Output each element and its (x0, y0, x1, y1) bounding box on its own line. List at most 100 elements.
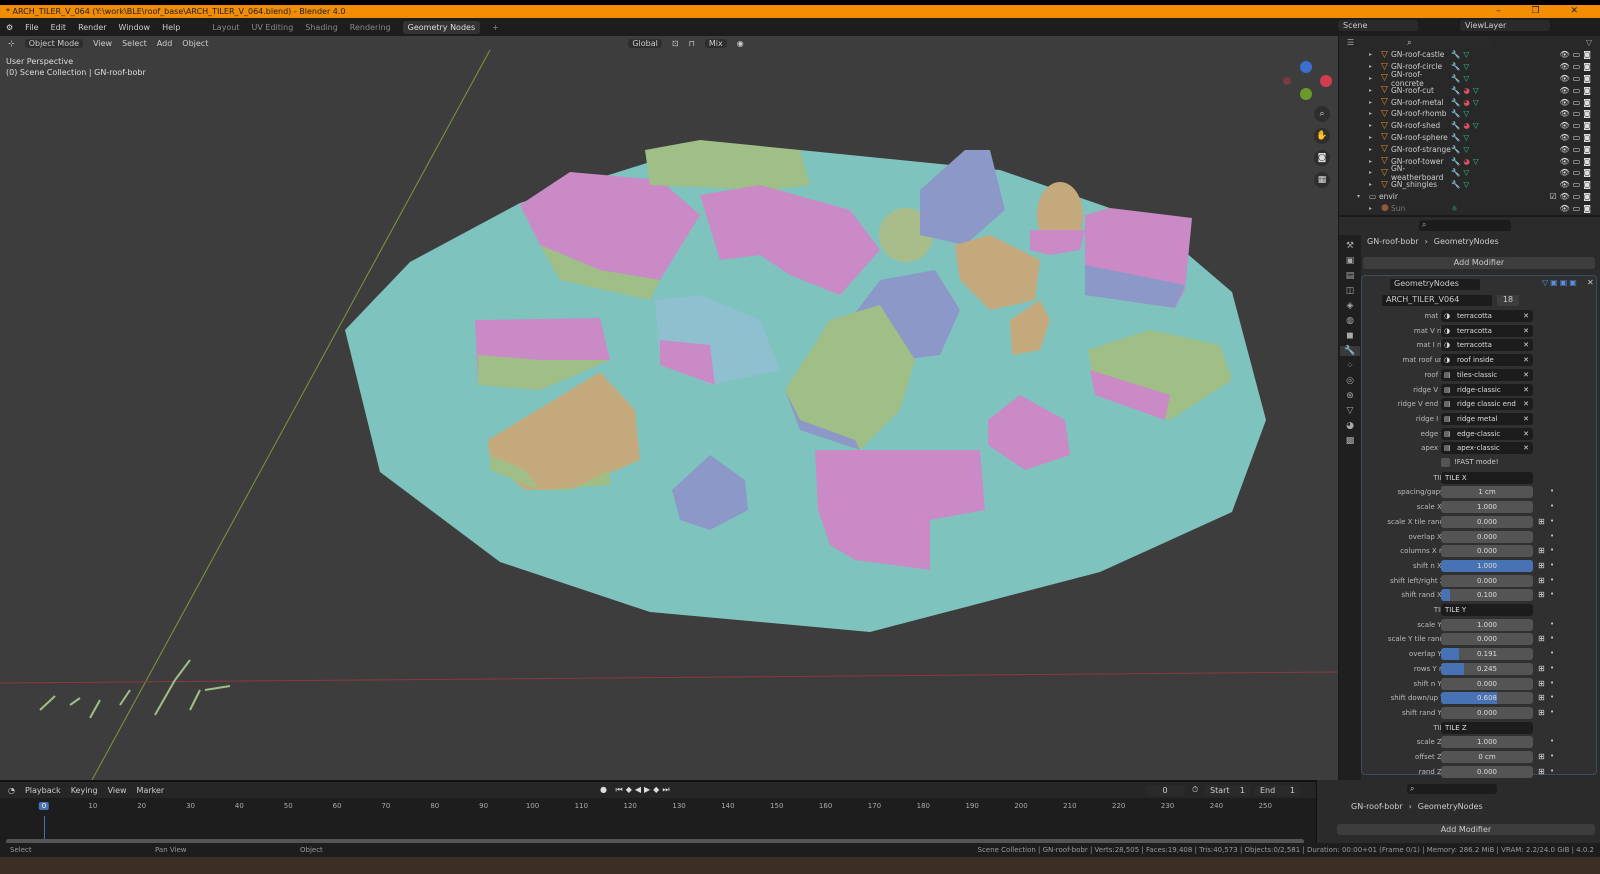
mesh-data-icon[interactable]: ▽ (1473, 121, 1479, 130)
attribute-toggle-icon[interactable]: ⊞ (1538, 752, 1545, 761)
expand-icon[interactable]: ▸ (1369, 169, 1381, 176)
tab-layout[interactable]: Layout (212, 23, 239, 32)
modifier-icon[interactable]: 🔧 (1451, 98, 1460, 107)
material-field[interactable]: ◑ terracotta ✕ (1441, 324, 1533, 337)
modifier-icon[interactable]: 🔧 (1451, 86, 1460, 95)
mesh-data-icon[interactable]: ▽ (1463, 109, 1469, 118)
number-field[interactable]: 1 cm (1441, 486, 1533, 499)
outliner-item[interactable]: ▸ ▽ GN-roof-metal 🔧 ◕ ▽ 👁▭◙ (1339, 96, 1600, 108)
material-field[interactable]: ◑ terracotta ✕ (1441, 339, 1533, 352)
keyframe-dot-icon[interactable]: • (1550, 752, 1554, 760)
scene-tab-icon[interactable]: ◈ (1347, 301, 1354, 311)
collapse-icon[interactable]: ▾ (1357, 193, 1369, 200)
mesh-data-icon[interactable]: ▽ (1463, 62, 1469, 71)
modifier-visibility-toggles[interactable]: ▽▣▣▣ (1542, 278, 1579, 287)
pan-hand-icon[interactable]: ✋ (1314, 128, 1330, 144)
menu-playback[interactable]: Playback (25, 786, 61, 795)
visibility-toggles[interactable]: 👁▭◙ (1560, 204, 1594, 213)
visibility-toggles[interactable]: 👁▭◙ (1560, 98, 1594, 107)
modifier-icon[interactable]: 🔧 (1451, 168, 1460, 177)
data-tab-icon[interactable]: ▽ (1347, 406, 1354, 416)
keyframe-dot-icon[interactable]: • (1550, 634, 1554, 642)
keyframe-dot-icon[interactable]: • (1550, 708, 1554, 716)
clear-icon[interactable]: ✕ (1523, 325, 1529, 337)
section-header-field[interactable]: TILE Y (1441, 604, 1533, 616)
menu-render[interactable]: Render (78, 23, 106, 32)
modifier-icon[interactable]: 🔧 (1451, 157, 1460, 166)
keyframe-dot-icon[interactable]: • (1550, 532, 1554, 540)
number-field[interactable]: 1.000 (1441, 501, 1533, 514)
clear-icon[interactable]: ✕ (1523, 369, 1529, 381)
number-field[interactable]: 1.000 (1441, 618, 1533, 631)
collection-field[interactable]: ▤ apex-classic ✕ (1441, 442, 1533, 455)
view-layer-tab-icon[interactable]: ◫ (1346, 286, 1355, 296)
attribute-toggle-icon[interactable]: ⊞ (1538, 693, 1545, 702)
collection-field[interactable]: ▤ ridge classic end ✕ (1441, 398, 1533, 411)
collection-field[interactable]: ▤ ridge metal ✕ (1441, 412, 1533, 425)
modifier-icon[interactable]: 🔧 (1451, 109, 1460, 118)
keyframe-dot-icon[interactable]: • (1550, 693, 1554, 701)
mesh-data-icon[interactable]: ▽ (1463, 50, 1469, 59)
visibility-toggles[interactable]: 👁▭◙ (1560, 86, 1594, 95)
outliner-item[interactable]: ▸ ▽ GN-weatherboard 🔧 ▽ 👁▭◙ (1339, 164, 1600, 182)
keyframe-dot-icon[interactable]: • (1550, 502, 1554, 510)
clear-icon[interactable]: ✕ (1523, 384, 1529, 396)
material-tab-icon[interactable]: ◕ (1346, 421, 1354, 431)
outliner-item[interactable]: ▸ ▽ GN-roof-sphere 🔧 ▽ 👁▭◙ (1339, 132, 1600, 144)
visibility-toggles[interactable]: 👁▭◙ (1560, 50, 1594, 59)
material-field[interactable]: ◑ terracotta ✕ (1441, 310, 1533, 322)
clear-icon[interactable]: ✕ (1523, 413, 1529, 425)
visibility-toggles[interactable]: 👁▭◙ (1560, 180, 1594, 189)
keyframe-dot-icon[interactable]: • (1550, 649, 1554, 657)
tab-uv-editing[interactable]: UV Editing (252, 23, 294, 32)
visibility-toggles[interactable]: 👁▭◙ (1560, 145, 1594, 154)
visibility-toggles[interactable]: ☑👁▭◙ (1549, 192, 1594, 201)
attribute-toggle-icon[interactable]: ⊞ (1538, 590, 1545, 599)
add-modifier-button[interactable]: Add Modifier (1363, 257, 1595, 269)
ortho-grid-icon[interactable]: ▦ (1314, 172, 1330, 188)
outliner-item[interactable]: ▸ ▽ GN-roof-concrete 🔧 ▽ 👁▭◙ (1339, 70, 1600, 88)
material-icon[interactable]: ◕ (1463, 86, 1470, 95)
visibility-toggles[interactable]: 👁▭◙ (1560, 109, 1594, 118)
properties-search-2[interactable]: ⌕ (1407, 784, 1497, 794)
keyframe-dot-icon[interactable]: • (1550, 561, 1554, 569)
visibility-toggles[interactable]: 👁▭◙ (1560, 157, 1594, 166)
menu-file[interactable]: File (25, 23, 38, 32)
menu-marker[interactable]: Marker (137, 786, 165, 795)
mesh-data-icon[interactable]: ▽ (1473, 157, 1479, 166)
material-icon[interactable]: ◕ (1463, 98, 1470, 107)
outliner-item[interactable]: ▸ ● Sun ☼ 👁▭◙ (1339, 202, 1600, 214)
constraints-tab-icon[interactable]: ⊛ (1346, 391, 1354, 401)
filter-icon[interactable]: ▽ (1586, 38, 1592, 47)
mesh-data-icon[interactable]: ▽ (1463, 168, 1469, 177)
expand-icon[interactable]: ▸ (1369, 51, 1381, 58)
section-header-field[interactable]: TILE X (1441, 471, 1533, 484)
keyframe-dot-icon[interactable]: • (1550, 620, 1554, 628)
attribute-toggle-icon[interactable]: ⊞ (1538, 679, 1545, 688)
menu-window[interactable]: Window (119, 23, 151, 32)
number-field[interactable]: 0.000 (1441, 545, 1533, 558)
mesh-data-icon[interactable]: ▽ (1473, 86, 1479, 95)
menu-help[interactable]: Help (162, 23, 180, 32)
attribute-toggle-icon[interactable]: ⊞ (1538, 576, 1545, 585)
attribute-toggle-icon[interactable]: ⊞ (1538, 664, 1545, 673)
attribute-toggle-icon[interactable]: ⊞ (1538, 708, 1545, 717)
view-layer-field[interactable]: ViewLayer (1460, 20, 1550, 31)
playback-controls[interactable]: ● ⏮◆◀▶◆⏭ (600, 785, 673, 795)
expand-icon[interactable]: ▸ (1369, 87, 1381, 94)
keyframe-dot-icon[interactable]: • (1550, 517, 1554, 525)
section-header-field[interactable]: TILE Z (1441, 721, 1533, 734)
clear-icon[interactable]: ✕ (1523, 354, 1529, 366)
material-field[interactable]: ◑ roof inside ✕ (1441, 354, 1533, 367)
clear-icon[interactable]: ✕ (1523, 339, 1529, 351)
proportional-edit-icon[interactable]: ◉ (737, 39, 744, 48)
camera-icon[interactable]: ◙ (1314, 150, 1330, 166)
expand-icon[interactable]: ▸ (1369, 205, 1381, 212)
menu-view[interactable]: View (93, 39, 112, 48)
snap-icon[interactable]: ⊓ (689, 39, 695, 48)
modifier-icon[interactable]: 🔧 (1451, 133, 1460, 142)
clear-icon[interactable]: ✕ (1523, 428, 1529, 440)
number-field[interactable]: 0.000 (1441, 765, 1533, 778)
modifier-tab-icon[interactable]: 🔧 (1340, 346, 1360, 356)
visibility-toggles[interactable]: 👁▭◙ (1560, 133, 1594, 142)
